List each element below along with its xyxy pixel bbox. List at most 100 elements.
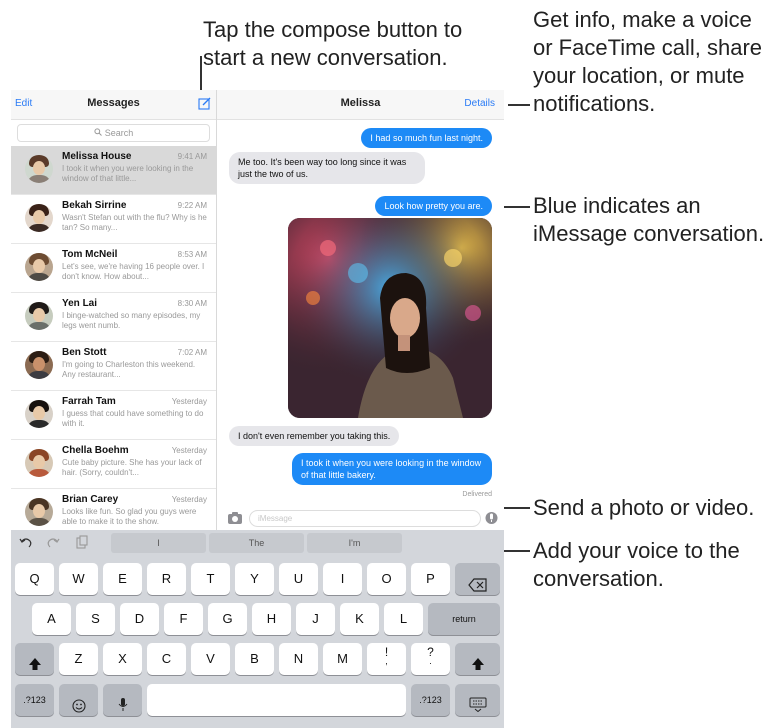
- quicktype-suggestion[interactable]: I'm: [307, 533, 402, 553]
- paste-icon[interactable]: [75, 535, 89, 549]
- avatar: [25, 351, 53, 379]
- photo-callout: Send a photo or video.: [533, 495, 755, 520]
- timestamp: 7:02 AM: [177, 348, 207, 357]
- message-bubble-outgoing[interactable]: I had so much fun last night.: [361, 128, 492, 148]
- numbers-key-left[interactable]: .?123: [15, 684, 54, 716]
- contact-name: Farrah Tam: [62, 396, 116, 407]
- voice-callout: Add your voice to the conversation.: [533, 538, 740, 591]
- key-k[interactable]: K: [340, 603, 379, 635]
- numbers-key-right[interactable]: .?123: [411, 684, 450, 716]
- key-y[interactable]: Y: [235, 563, 274, 595]
- dictation-key[interactable]: [103, 684, 142, 716]
- compose-icon[interactable]: [198, 96, 212, 110]
- key-d[interactable]: D: [120, 603, 159, 635]
- delivered-status: Delivered: [462, 491, 492, 498]
- timestamp: Yesterday: [171, 495, 207, 504]
- timestamp: 9:22 AM: [177, 201, 207, 210]
- key-bottom-char: ,: [385, 656, 388, 666]
- redo-icon[interactable]: [46, 535, 60, 549]
- list-item-brian-carey[interactable]: Brian Carey Yesterday Looks like fun. So…: [11, 489, 216, 530]
- timestamp: 9:41 AM: [177, 152, 207, 161]
- shift-icon: [471, 651, 485, 683]
- key-m[interactable]: M: [323, 643, 362, 675]
- message-bubble-outgoing[interactable]: I took it when you were looking in the w…: [292, 453, 492, 485]
- shift-icon: [28, 651, 42, 683]
- avatar: [25, 204, 53, 232]
- keyboard-dismiss-icon: [469, 692, 487, 724]
- contact-name: Chella Boehm: [62, 445, 129, 456]
- shift-key-right[interactable]: [455, 643, 500, 675]
- message-bubble-incoming[interactable]: I don't even remember you taking this.: [229, 426, 400, 446]
- message-input[interactable]: iMessage: [249, 510, 481, 527]
- contact-name: Melissa House: [62, 151, 132, 162]
- keyboard: I The I'm Q W E R T Y U I O P A S D F G …: [11, 530, 504, 728]
- hide-keyboard-key[interactable]: [455, 684, 500, 716]
- undo-icon[interactable]: [19, 535, 33, 549]
- key-q[interactable]: Q: [15, 563, 54, 595]
- list-item-chella-boehm[interactable]: Chella Boehm Yesterday Cute baby picture…: [11, 440, 216, 489]
- details-button[interactable]: Details: [464, 98, 495, 109]
- message-preview: I'm going to Charleston this weekend. An…: [62, 360, 196, 379]
- quicktype-suggestion[interactable]: The: [209, 533, 304, 553]
- return-key[interactable]: return: [428, 603, 500, 635]
- message-preview: Let's see, we're having 16 people over. …: [62, 262, 205, 281]
- key-t[interactable]: T: [191, 563, 230, 595]
- key-p[interactable]: P: [411, 563, 450, 595]
- key-x[interactable]: X: [103, 643, 142, 675]
- emoji-key[interactable]: [59, 684, 98, 716]
- list-item-melissa-house[interactable]: Melissa House 9:41 AM I took it when you…: [11, 146, 216, 195]
- key-l[interactable]: L: [384, 603, 423, 635]
- message-bubble-incoming[interactable]: Me too. It's been way too long since it …: [229, 152, 425, 184]
- conversation-list-pane: Edit Messages Search Melissa House 9:41 …: [11, 90, 217, 530]
- key-z[interactable]: Z: [59, 643, 98, 675]
- list-item-bekah-sirrine[interactable]: Bekah Sirrine 9:22 AM Wasn't Stefan out …: [11, 195, 216, 244]
- key-g[interactable]: G: [208, 603, 247, 635]
- timestamp: Yesterday: [171, 446, 207, 455]
- timestamp: 8:53 AM: [177, 250, 207, 259]
- shift-key-left[interactable]: [15, 643, 54, 675]
- list-item-tom-mcneil[interactable]: Tom McNeil 8:53 AM Let's see, we're havi…: [11, 244, 216, 293]
- avatar: [25, 400, 53, 428]
- details-callout: Get info, make a voice or FaceTime call,…: [533, 7, 763, 116]
- key-u[interactable]: U: [279, 563, 318, 595]
- conversation-list: Melissa House 9:41 AM I took it when you…: [11, 146, 216, 530]
- quicktype-suggestion[interactable]: I: [111, 533, 206, 553]
- contact-name: Ben Stott: [62, 347, 107, 358]
- compose-callout: Tap the compose button to start a new co…: [203, 17, 463, 70]
- list-item-yen-lai[interactable]: Yen Lai 8:30 AM I binge-watched so many …: [11, 293, 216, 342]
- message-input-bar: iMessage: [217, 508, 504, 530]
- list-item-farrah-tam[interactable]: Farrah Tam Yesterday I guess that could …: [11, 391, 216, 440]
- key-j[interactable]: J: [296, 603, 335, 635]
- messages-title: Messages: [87, 97, 140, 109]
- key-exclamation-comma[interactable]: ! ,: [367, 643, 406, 675]
- list-item-ben-stott[interactable]: Ben Stott 7:02 AM I'm going to Charlesto…: [11, 342, 216, 391]
- key-e[interactable]: E: [103, 563, 142, 595]
- conversation-title: Melissa: [340, 97, 381, 109]
- delete-key[interactable]: [455, 563, 500, 595]
- imessage-callout: Blue indicates an iMessage conversation.: [533, 193, 765, 246]
- photo-attachment[interactable]: [288, 218, 492, 418]
- key-s[interactable]: S: [76, 603, 115, 635]
- space-bar[interactable]: [147, 684, 406, 716]
- key-v[interactable]: V: [191, 643, 230, 675]
- message-bubble-outgoing[interactable]: Look how pretty you are.: [375, 196, 492, 216]
- search-placeholder: Search: [104, 128, 134, 138]
- message-preview: I took it when you were looking in the w…: [62, 164, 194, 183]
- search-field[interactable]: Search: [17, 124, 210, 142]
- contact-name: Yen Lai: [62, 298, 98, 309]
- key-w[interactable]: W: [59, 563, 98, 595]
- key-r[interactable]: R: [147, 563, 186, 595]
- message-preview: I binge-watched so many episodes, my leg…: [62, 311, 201, 330]
- key-question-period[interactable]: ? .: [411, 643, 450, 675]
- key-a[interactable]: A: [32, 603, 71, 635]
- microphone-icon[interactable]: [485, 510, 498, 526]
- camera-icon[interactable]: [227, 511, 243, 525]
- key-h[interactable]: H: [252, 603, 291, 635]
- key-o[interactable]: O: [367, 563, 406, 595]
- key-b[interactable]: B: [235, 643, 274, 675]
- key-c[interactable]: C: [147, 643, 186, 675]
- key-i[interactable]: I: [323, 563, 362, 595]
- avatar: [25, 302, 53, 330]
- key-f[interactable]: F: [164, 603, 203, 635]
- key-n[interactable]: N: [279, 643, 318, 675]
